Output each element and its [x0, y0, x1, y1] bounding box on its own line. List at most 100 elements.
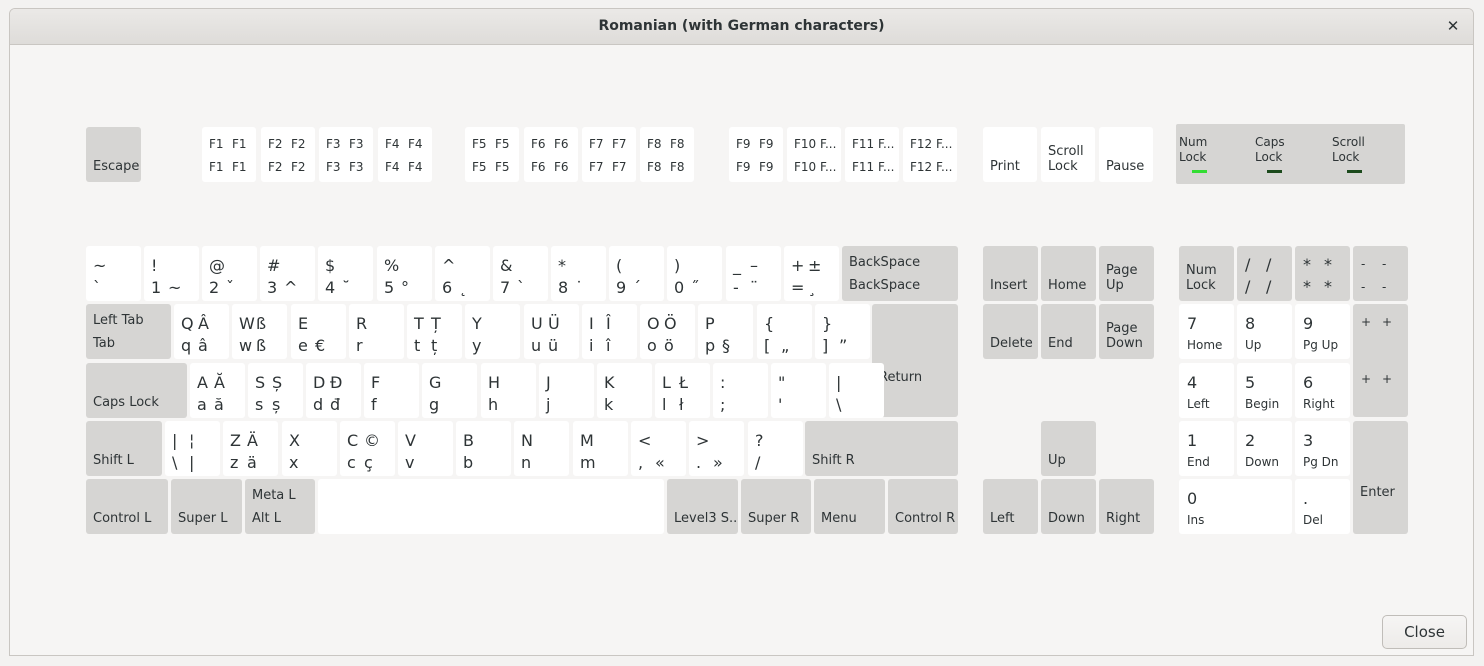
key-v-key[interactable]: Vv [398, 421, 453, 476]
kp-0-key[interactable]: 0 Ins [1179, 479, 1292, 534]
control-l-key[interactable]: Control L [86, 479, 168, 534]
key-a-key[interactable]: AĂaă [190, 363, 245, 418]
caps-lock-key[interactable]: Caps Lock [86, 363, 187, 418]
key-u-key[interactable]: UÜuü [524, 304, 579, 359]
key-period-key[interactable]: >. » [689, 421, 744, 476]
kp-6-key[interactable]: 6 Right [1295, 363, 1350, 418]
key-minus-key[interactable]: _ – - ¨ [726, 246, 781, 301]
key-z-key[interactable]: ZÄzä [223, 421, 278, 476]
down-key[interactable]: Down [1041, 479, 1096, 534]
escape-key[interactable]: Escape [86, 127, 141, 182]
home-key[interactable]: Home [1041, 246, 1096, 301]
pause-key[interactable]: Pause [1099, 127, 1153, 182]
key-n-key[interactable]: Nn [514, 421, 569, 476]
kp-numlock-key[interactable]: Num Lock [1179, 246, 1234, 301]
kp-5-key[interactable]: 5 Begin [1237, 363, 1292, 418]
page-up-key[interactable]: Page Up [1099, 246, 1154, 301]
key-g-key[interactable]: Gg [422, 363, 477, 418]
key-e-key[interactable]: Ee € [291, 304, 346, 359]
key-9-key[interactable]: (9 ´ [609, 246, 664, 301]
key-2-key[interactable]: @2 ˇ [202, 246, 257, 301]
alt-l-key[interactable]: Meta L Alt L [245, 479, 315, 534]
f3-key[interactable]: F3 F3 F3 F3 [319, 127, 373, 182]
key-i-key[interactable]: IÎiî [582, 304, 637, 359]
kp-subtract-key[interactable]: - - - - [1353, 246, 1408, 301]
f10-key[interactable]: F10 F... F10 F... [787, 127, 841, 182]
menu-key[interactable]: Menu [814, 479, 885, 534]
key-semicolon-key[interactable]: :; [713, 363, 768, 418]
key-x-key[interactable]: Xx [282, 421, 337, 476]
kp-7-key[interactable]: 7 Home [1179, 304, 1234, 359]
key-k-key[interactable]: Kk [597, 363, 652, 418]
f11-key[interactable]: F11 F... F11 F... [845, 127, 899, 182]
key-6-key[interactable]: ^ 6 ˛ [435, 246, 490, 301]
key-less-key[interactable]: | ¦ \ | [165, 421, 220, 476]
key-4-key[interactable]: $4 ˘ [318, 246, 373, 301]
key-apostrophe-key[interactable]: " ' [771, 363, 826, 418]
end-key[interactable]: End [1041, 304, 1096, 359]
kp-8-key[interactable]: 8 Up [1237, 304, 1292, 359]
key-l-key[interactable]: LŁlł [655, 363, 710, 418]
f4-key[interactable]: F4 F4 F4 F4 [378, 127, 432, 182]
kp-add-key[interactable]: + + + + [1353, 304, 1408, 417]
tab-key[interactable]: Left Tab Tab [86, 304, 171, 359]
kp-1-key[interactable]: 1 End [1179, 421, 1234, 476]
key-8-key[interactable]: * 8 ˙ [551, 246, 606, 301]
left-key[interactable]: Left [983, 479, 1038, 534]
key-3-key[interactable]: #3 ^ [260, 246, 315, 301]
key-grave-key[interactable]: ~ ` [86, 246, 141, 301]
kp-9-key[interactable]: 9 Pg Up [1295, 304, 1350, 359]
key-f-key[interactable]: Ff [364, 363, 419, 418]
f8-key[interactable]: F8 F8 F8 F8 [640, 127, 694, 182]
key-s-key[interactable]: SȘsș [248, 363, 303, 418]
delete-key[interactable]: Delete [983, 304, 1038, 359]
key-r-key[interactable]: Rr [349, 304, 404, 359]
key-j-key[interactable]: Jj [539, 363, 594, 418]
key-slash-key[interactable]: ? / [748, 421, 803, 476]
kp-divide-key[interactable]: / / / / [1237, 246, 1292, 301]
key-q-key[interactable]: QÂqâ [174, 304, 229, 359]
space-key[interactable] [318, 479, 664, 534]
key-y-key[interactable]: Yy [465, 304, 520, 359]
kp-multiply-key[interactable]: * * * * [1295, 246, 1350, 301]
key-m-key[interactable]: Mm [573, 421, 628, 476]
f9-key[interactable]: F9 F9 F9 F9 [729, 127, 783, 182]
key-5-key[interactable]: % 5 ° [377, 246, 432, 301]
key-backslash-key[interactable]: | \ [829, 363, 884, 418]
up-key[interactable]: Up [1041, 421, 1096, 476]
key-o-key[interactable]: OÖoö [640, 304, 695, 359]
close-button[interactable]: Close [1382, 615, 1467, 649]
page-down-key[interactable]: Page Down [1099, 304, 1154, 359]
key-c-key[interactable]: C © c ç [340, 421, 395, 476]
key-7-key[interactable]: & 7 ` [493, 246, 548, 301]
super-l-key[interactable]: Super L [171, 479, 242, 534]
kp-3-key[interactable]: 3 Pg Dn [1295, 421, 1350, 476]
insert-key[interactable]: Insert [983, 246, 1038, 301]
shift-l-key[interactable]: Shift L [86, 421, 162, 476]
key-p-key[interactable]: Pp § [698, 304, 753, 359]
scroll-lock-key[interactable]: Scroll Lock [1041, 127, 1095, 182]
f12-key[interactable]: F12 F... F12 F... [903, 127, 957, 182]
kp-enter-key[interactable]: Enter [1353, 421, 1408, 534]
kp-4-key[interactable]: 4 Left [1179, 363, 1234, 418]
key-0-key[interactable]: ) 0 ˝ [667, 246, 722, 301]
key-1-key[interactable]: ! 1 ~ [144, 246, 199, 301]
key-equal-key[interactable]: + ± = ¸ [784, 246, 839, 301]
backspace-key[interactable]: BackSpace BackSpace [842, 246, 958, 301]
right-key[interactable]: Right [1099, 479, 1154, 534]
f1-key[interactable]: F1 F1 F1 F1 [202, 127, 256, 182]
key-d-key[interactable]: DĐdđ [306, 363, 361, 418]
f5-key[interactable]: F5 F5 F5 F5 [465, 127, 519, 182]
kp-decimal-key[interactable]: . Del [1295, 479, 1350, 534]
f7-key[interactable]: F7 F7 F7 F7 [582, 127, 636, 182]
control-r-key[interactable]: Control R [888, 479, 958, 534]
super-r-key[interactable]: Super R [741, 479, 811, 534]
level3-key[interactable]: Level3 S... [667, 479, 738, 534]
key-t-key[interactable]: TȚtț [407, 304, 462, 359]
key-comma-key[interactable]: <, « [631, 421, 686, 476]
key-bracketleft-key[interactable]: {[„ [757, 304, 812, 359]
key-w-key[interactable]: Wßwß [232, 304, 287, 359]
key-b-key[interactable]: Bb [456, 421, 511, 476]
kp-2-key[interactable]: 2 Down [1237, 421, 1292, 476]
f2-key[interactable]: F2 F2 F2 F2 [261, 127, 315, 182]
